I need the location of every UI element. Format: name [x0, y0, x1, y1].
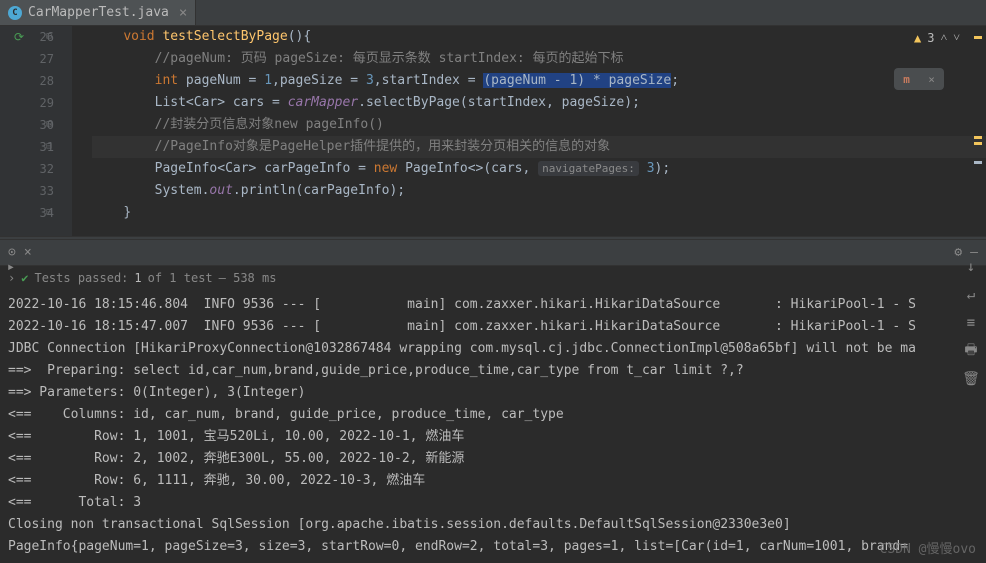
code-line: PageInfo<Car> carPageInfo = new PageInfo…: [92, 158, 986, 180]
warning-mark[interactable]: [974, 36, 982, 39]
console-line: Closing non transactional SqlSession [or…: [8, 514, 978, 536]
warning-mark[interactable]: [974, 142, 982, 145]
line-number: 27: [40, 52, 54, 66]
caret-mark[interactable]: [974, 161, 982, 164]
stack-icon[interactable]: ≡: [962, 314, 980, 332]
close-icon[interactable]: ×: [179, 5, 187, 21]
line-number-gutter: ⟳26⊟ 27 28 29 30⊟ 31⊟ 32 33 34⊟: [0, 26, 72, 236]
console-output[interactable]: 2022-10-16 18:15:46.804 INFO 9536 --- [ …: [0, 290, 986, 560]
console-line: <== Total: 3: [8, 492, 978, 514]
file-tab[interactable]: C CarMapperTest.java ×: [0, 0, 196, 25]
check-icon: ✔: [21, 271, 28, 285]
param-hint: navigatePages:: [538, 161, 639, 176]
chevron-down-icon[interactable]: ˅: [953, 30, 960, 45]
warning-icon: ▲: [914, 31, 921, 45]
line-number: 32: [40, 162, 54, 176]
console-line: <== Row: 6, 1111, 奔驰, 30.00, 2022-10-3, …: [8, 470, 978, 492]
watermark: CSDN @慢慢ovo: [880, 538, 976, 557]
line-number: 29: [40, 96, 54, 110]
tests-time: – 538 ms: [219, 271, 277, 285]
console-line: <== Row: 1, 1001, 宝马520Li, 10.00, 2022-1…: [8, 426, 978, 448]
console-line: JDBC Connection [HikariProxyConnection@1…: [8, 338, 978, 360]
console-left-toolbar: ▸: [2, 258, 20, 276]
test-status-bar: › ✔ Tests passed: 1 of 1 test – 538 ms: [0, 266, 986, 290]
gear-icon[interactable]: ⚙: [954, 245, 962, 260]
code-line: List<Car> cars = carMapper.selectByPage(…: [92, 92, 986, 114]
code-line-current: //PageInfo对象是PageHelper插件提供的，用来封装分页相关的信息…: [92, 136, 986, 158]
code-line: }: [92, 202, 986, 224]
java-class-icon: C: [8, 6, 22, 20]
code-line: System.out.println(carPageInfo);: [92, 180, 986, 202]
console-line: 2022-10-16 18:15:46.804 INFO 9536 --- [ …: [8, 294, 978, 316]
close-icon[interactable]: ×: [24, 245, 32, 260]
tab-filename: CarMapperTest.java: [28, 5, 169, 20]
collapse-icon[interactable]: ▸: [2, 258, 20, 276]
tests-passed-count: 1: [134, 271, 141, 285]
console-line: <== Row: 2, 1002, 奔驰E300L, 55.00, 2022-1…: [8, 448, 978, 470]
code-line: //封装分页信息对象new pageInfo(): [92, 114, 986, 136]
code-content[interactable]: void testSelectByPage(){ //pageNum: 页码 p…: [72, 26, 986, 236]
tests-passed-label: Tests passed:: [34, 271, 128, 285]
fold-icon[interactable]: ⊟: [42, 114, 52, 124]
warning-count: 3: [927, 31, 934, 45]
close-icon[interactable]: ×: [928, 73, 935, 86]
console-line: 2022-10-16 18:15:47.007 INFO 9536 --- [ …: [8, 316, 978, 338]
tool-window-header: ⊙ × ⚙ —: [0, 240, 986, 266]
inspection-widget[interactable]: ▲ 3 ˄ ˅: [914, 30, 960, 45]
console-line: PageInfo{pageNum=1, pageSize=3, size=3, …: [8, 536, 978, 558]
line-number: 33: [40, 184, 54, 198]
warning-mark[interactable]: [974, 136, 982, 139]
fold-icon[interactable]: ⊟: [42, 26, 52, 36]
console-line: ==> Preparing: select id,car_num,brand,g…: [8, 360, 978, 382]
code-line: int pageNum = 1,pageSize = 3,startIndex …: [92, 70, 986, 92]
console-line: ==> Parameters: 0(Integer), 3(Integer): [8, 382, 978, 404]
fold-icon[interactable]: ⊟: [42, 136, 52, 146]
code-line: //pageNum: 页码 pageSize: 每页显示条数 startInde…: [92, 48, 986, 70]
error-stripe[interactable]: [972, 26, 984, 226]
soft-wrap-icon[interactable]: ↵: [962, 286, 980, 304]
fold-icon[interactable]: ⊟: [42, 202, 52, 212]
chevron-up-icon[interactable]: ˄: [940, 30, 947, 45]
scroll-to-end-icon[interactable]: ↓: [962, 258, 980, 276]
console-toolbar: ↓ ↵ ≡ 🖶 🗑: [962, 258, 980, 388]
editor-tab-bar: C CarMapperTest.java ×: [0, 0, 986, 26]
mybatis-icon: m: [903, 73, 910, 86]
console-line: <== Columns: id, car_num, brand, guide_p…: [8, 404, 978, 426]
clear-icon[interactable]: 🗑: [962, 370, 980, 388]
tests-total: of 1 test: [148, 271, 213, 285]
editor[interactable]: ⟳26⊟ 27 28 29 30⊟ 31⊟ 32 33 34⊟ void tes…: [0, 26, 986, 236]
floating-hint[interactable]: m ×: [894, 68, 944, 90]
print-icon[interactable]: 🖶: [962, 342, 980, 360]
code-line: void testSelectByPage(){: [92, 26, 986, 48]
vcs-change-icon: ⟳: [14, 26, 24, 48]
line-number: 28: [40, 74, 54, 88]
